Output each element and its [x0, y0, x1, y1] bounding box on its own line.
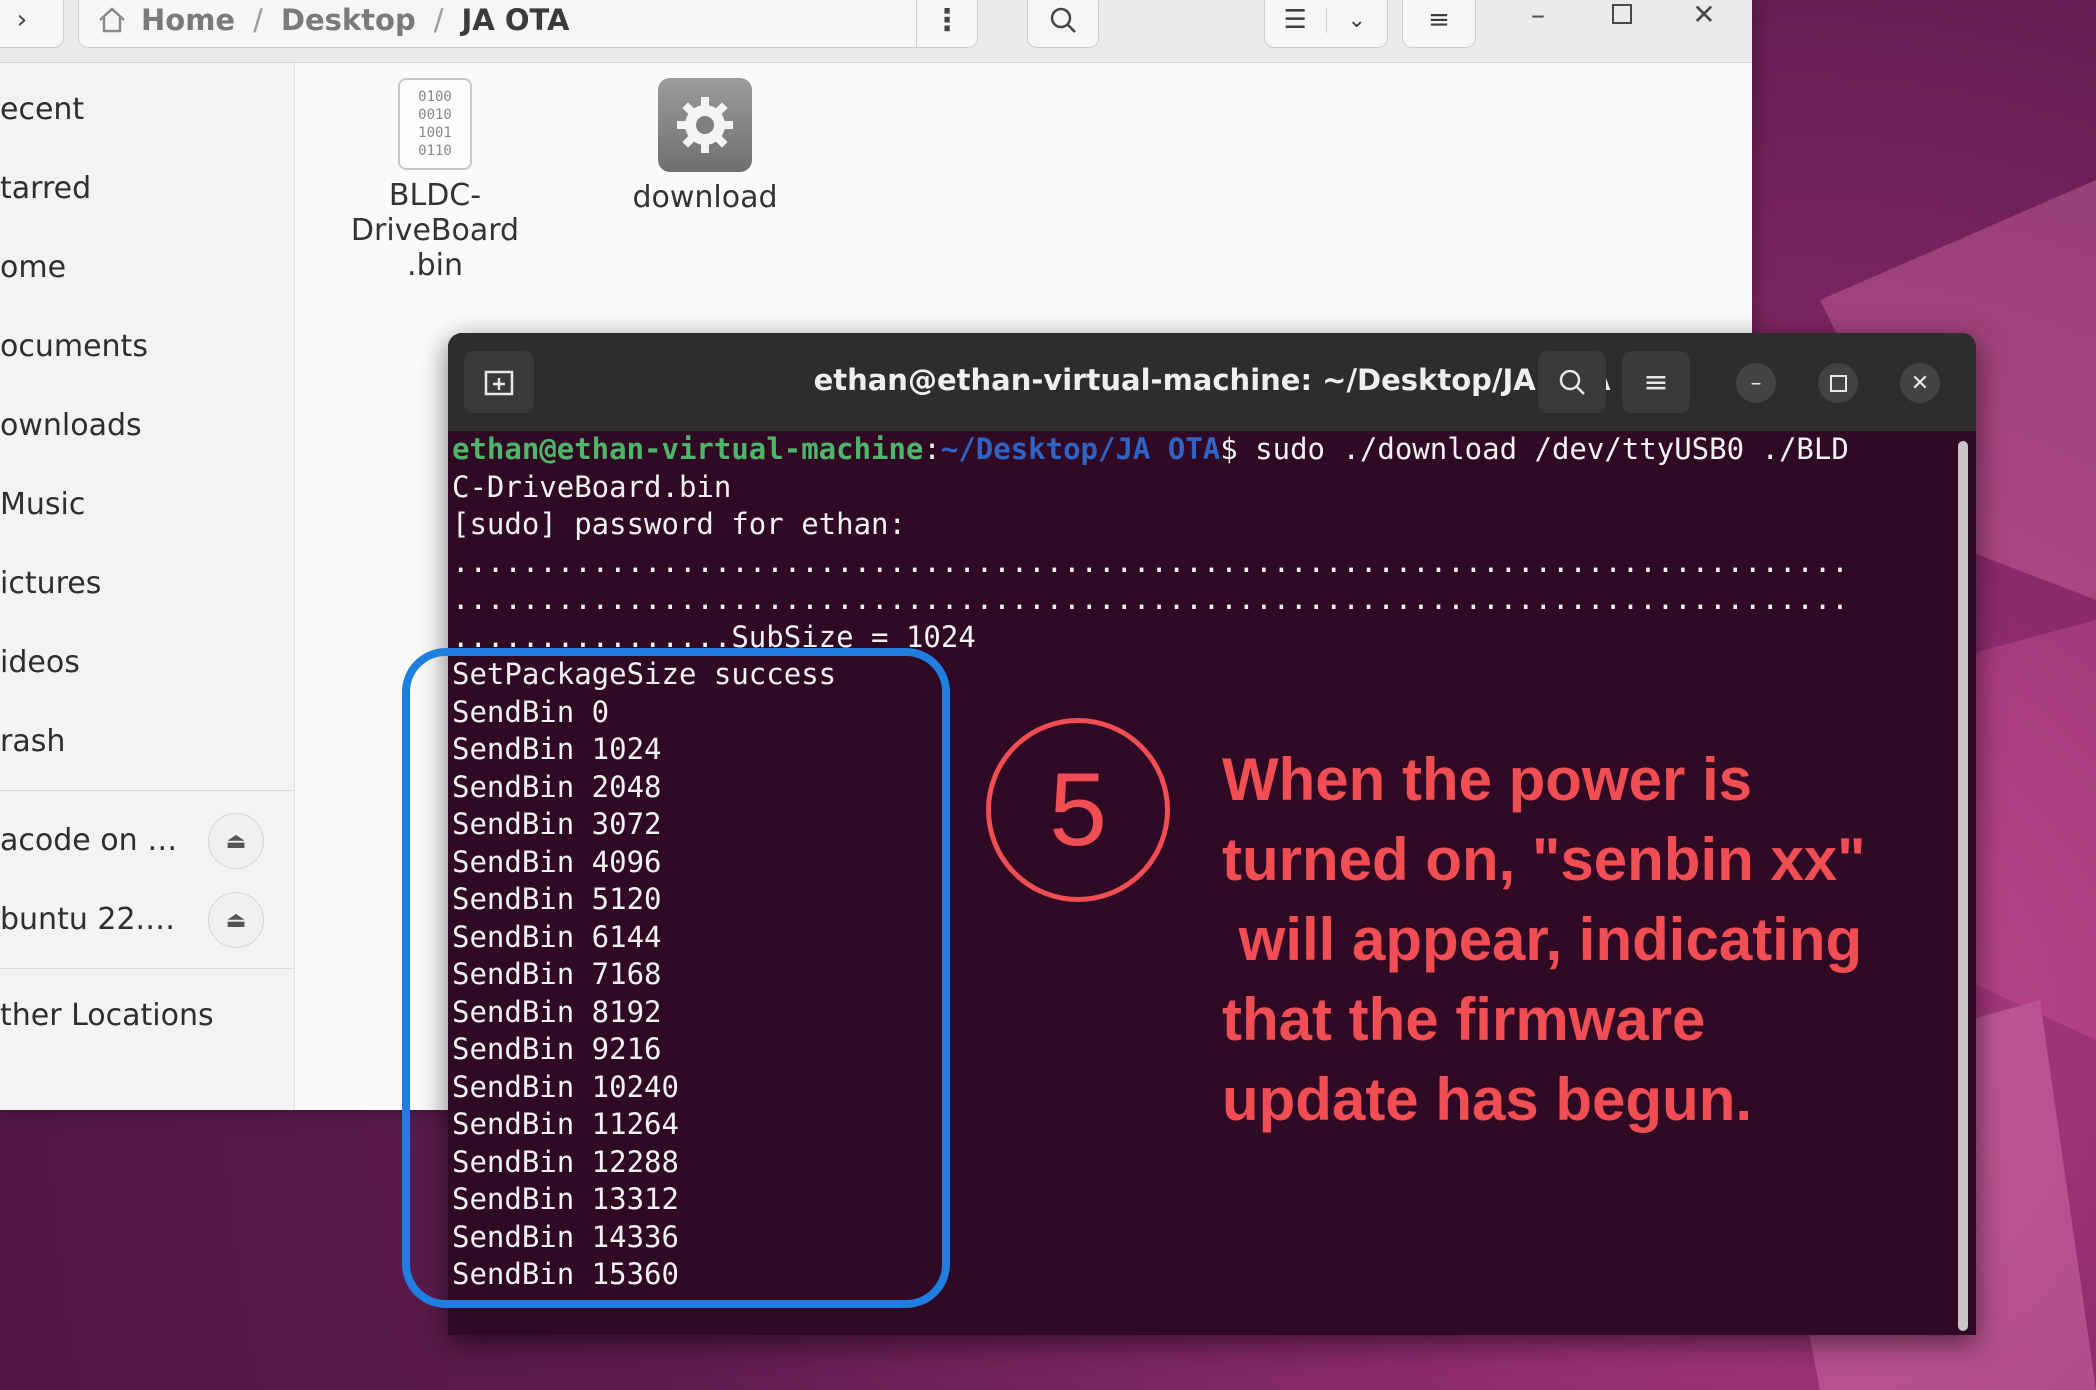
terminal-maximize-button[interactable] — [1818, 363, 1858, 403]
chevron-right-icon: › — [16, 5, 28, 35]
sidebar-mount-2[interactable]: buntu 22.0... — [0, 902, 190, 937]
sidebar-item-videos[interactable]: ideos — [0, 645, 80, 680]
list-view-icon: ☰ — [1283, 5, 1307, 35]
breadcrumb-home[interactable]: Home — [141, 3, 235, 37]
output-line: [sudo] password for ethan: — [452, 507, 906, 541]
step-number-badge: 5 — [986, 718, 1170, 902]
breadcrumb-current[interactable]: JA OTA — [462, 3, 570, 37]
maximize-button[interactable] — [1594, 0, 1650, 34]
sidebar-item-pictures[interactable]: ictures — [0, 566, 101, 601]
executable-gear-icon — [658, 78, 752, 172]
sidebar-divider — [0, 968, 294, 969]
breadcrumb-desktop[interactable]: Desktop — [281, 3, 416, 37]
eject-icon[interactable]: ⏏ — [208, 892, 264, 948]
file-manager-headerbar: › Home / Desktop / JA OTA ⋮ ☰ ⌄ ≡ – ✕ — [0, 0, 1752, 63]
minimize-button[interactable]: – — [1510, 0, 1566, 34]
breadcrumb: Home / Desktop / JA OTA ⋮ — [78, 0, 978, 48]
sidebar-item-home[interactable]: ome — [0, 250, 66, 285]
sidebar: ecent tarred ome ocuments ownloads Music… — [0, 63, 295, 1110]
terminal-scrollbar[interactable] — [1958, 441, 1968, 1331]
view-toggle-button[interactable]: ☰ ⌄ — [1264, 0, 1388, 48]
sidebar-item-other-locations[interactable]: ther Locations — [0, 998, 214, 1033]
home-icon — [99, 7, 125, 33]
prompt-user: ethan@ethan-virtual-machine — [452, 432, 924, 466]
output-line: ........................................… — [452, 582, 1849, 616]
command-text: sudo ./download /dev/ttyUSB0 ./BLD — [1237, 432, 1849, 466]
terminal-minimize-button[interactable]: – — [1736, 363, 1776, 403]
terminal-headerbar: ethan@ethan-virtual-machine: ~/Desktop/J… — [448, 333, 1976, 431]
file-download[interactable]: download — [610, 78, 800, 215]
gear-icon — [677, 97, 733, 153]
sidebar-item-music[interactable]: Music — [0, 487, 85, 522]
breadcrumb-separator: / — [433, 3, 444, 37]
annotation-note: When the power is turned on, "senbin xx"… — [1222, 746, 1866, 1133]
main-menu-button[interactable]: ≡ — [1402, 0, 1476, 48]
terminal-close-button[interactable]: ✕ — [1900, 363, 1940, 403]
search-icon — [1050, 7, 1076, 33]
chevron-down-icon: ⌄ — [1325, 7, 1388, 33]
sidebar-item-recent[interactable]: ecent — [0, 92, 84, 127]
search-icon — [1559, 369, 1585, 395]
sidebar-divider — [0, 790, 294, 791]
sidebar-mount-1[interactable]: acode on 19... — [0, 823, 190, 858]
file-name-line: BLDC- — [388, 178, 482, 213]
terminal-menu-button[interactable]: ≡ — [1622, 351, 1690, 413]
prompt-line: ethan@ethan-virtual-machine:~/Desktop/JA… — [452, 431, 1952, 469]
prompt-dollar: $ — [1220, 432, 1238, 466]
binary-file-icon: 0100 0010 1001 0110 — [398, 78, 472, 170]
hamburger-menu-icon: ≡ — [1428, 5, 1450, 35]
sidebar-item-trash[interactable]: rash — [0, 724, 65, 759]
path-menu-icon[interactable]: ⋮ — [916, 0, 977, 47]
maximize-icon — [1829, 374, 1847, 392]
terminal-search-button[interactable] — [1538, 351, 1606, 413]
hamburger-menu-icon: ≡ — [1643, 364, 1669, 400]
breadcrumb-separator: / — [253, 3, 263, 37]
maximize-icon — [1612, 4, 1632, 24]
file-name-line: download — [632, 180, 778, 215]
close-button[interactable]: ✕ — [1676, 0, 1732, 34]
sidebar-item-downloads[interactable]: ownloads — [0, 408, 142, 443]
file-name-line: DriveBoard — [350, 213, 520, 248]
search-button[interactable] — [1027, 0, 1099, 48]
file-name-line: .bin — [407, 248, 463, 283]
prompt-path: ~/Desktop/JA OTA — [940, 432, 1221, 466]
sidebar-item-starred[interactable]: tarred — [0, 171, 91, 206]
output-line: ........................................… — [452, 544, 1849, 579]
forward-button[interactable]: › — [0, 0, 64, 48]
highlight-box — [402, 648, 950, 1308]
file-bldc-driveboard-bin[interactable]: 0100 0010 1001 0110 BLDC- DriveBoard .bin — [340, 78, 530, 283]
sidebar-item-documents[interactable]: ocuments — [0, 329, 148, 364]
eject-icon[interactable]: ⏏ — [208, 813, 264, 869]
output-line: C-DriveBoard.bin — [452, 469, 732, 504]
prompt-colon: : — [923, 432, 941, 466]
